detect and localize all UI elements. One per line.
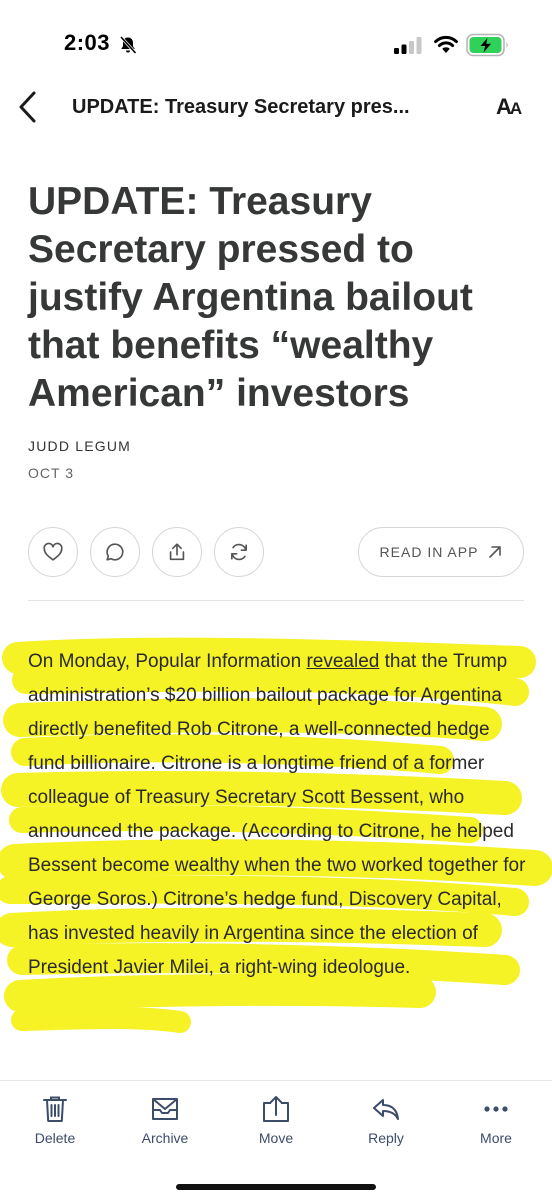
delete-button[interactable]: Delete [10, 1090, 100, 1152]
move-label: Move [258, 1130, 294, 1146]
share-icon [169, 543, 185, 561]
nav-title: UPDATE: Treasury Secretary pres... [72, 96, 410, 118]
article-body-rest: that the Trump administration’s $20 bill… [28, 651, 526, 978]
archive-button[interactable]: Archive [120, 1090, 210, 1152]
ellipsis-icon [484, 1106, 508, 1112]
restack-button[interactable] [214, 527, 264, 577]
archive-label: Archive [141, 1130, 189, 1146]
status-time: 2:03 [64, 30, 111, 55]
share-button[interactable] [152, 527, 202, 577]
text-size-small-letter: A [509, 99, 523, 118]
comment-bubble-icon [106, 543, 124, 561]
move-button[interactable]: Move [231, 1090, 321, 1152]
header-divider [28, 600, 524, 601]
article-body: On Monday, Popular Information revealed … [28, 645, 528, 985]
reply-label: Reply [368, 1130, 404, 1146]
restack-arrows-icon [231, 543, 247, 561]
wifi-icon [434, 35, 458, 53]
home-indicator [176, 1184, 376, 1190]
text-size-icon[interactable]: AA [496, 94, 532, 120]
article-author[interactable]: JUDD LEGUM [28, 438, 131, 454]
reply-button[interactable]: Reply [341, 1090, 431, 1152]
bottom-toolbar: Delete Archive Move Reply More [0, 1090, 552, 1160]
arrow-up-right-icon [489, 546, 502, 558]
heart-icon [43, 542, 63, 561]
read-in-app-label: READ IN APP [379, 544, 479, 560]
article-title: UPDATE: Treasury Secretary pressed to ju… [28, 180, 473, 415]
more-label: More [480, 1130, 512, 1146]
like-button[interactable] [28, 527, 78, 577]
cellular-signal-icon [394, 37, 422, 54]
nav-bar: UPDATE: Treasury Secretary pres... AA [0, 80, 552, 136]
bell-slash-icon [119, 35, 137, 55]
trash-icon [43, 1096, 67, 1122]
back-chevron-icon[interactable] [14, 88, 42, 126]
battery-charging-icon [466, 33, 508, 57]
archive-box-icon [152, 1098, 178, 1120]
more-button[interactable]: More [451, 1090, 541, 1152]
status-bar: 2:03 [0, 0, 552, 90]
delete-label: Delete [34, 1130, 76, 1146]
read-in-app-button[interactable]: READ IN APP [358, 527, 524, 577]
reply-arrow-icon [373, 1099, 399, 1120]
toolbar-divider [0, 1080, 552, 1081]
article-date: OCT 3 [28, 465, 74, 481]
revealed-link[interactable]: revealed [306, 651, 379, 672]
comment-button[interactable] [90, 527, 140, 577]
article-body-intro: On Monday, Popular Information [28, 651, 307, 672]
move-to-folder-icon [263, 1096, 289, 1122]
